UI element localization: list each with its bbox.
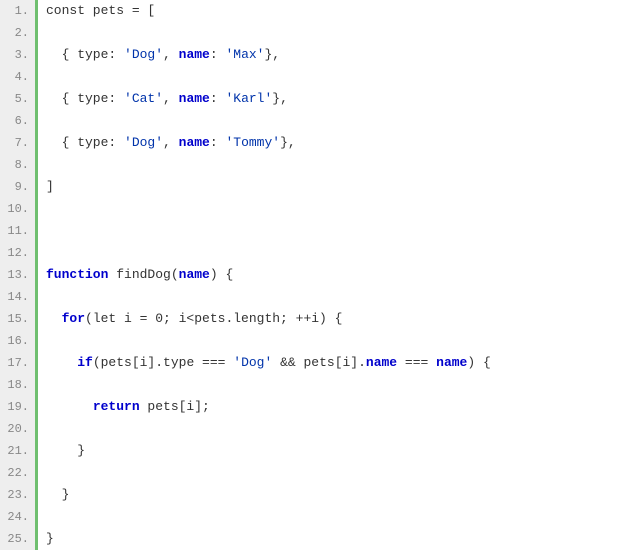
code-token: ]: [46, 179, 54, 194]
code-token: },: [272, 91, 288, 106]
code-line: [46, 462, 642, 484]
line-number: 16.: [0, 330, 35, 352]
code-token: 'Dog': [124, 135, 163, 150]
line-number: 13.: [0, 264, 35, 286]
code-line: { type: 'Dog', name: 'Max'},: [46, 44, 642, 66]
code-line: }: [46, 484, 642, 506]
code-token: ) {: [467, 355, 490, 370]
line-number: 21.: [0, 440, 35, 462]
code-line: { type: 'Cat', name: 'Karl'},: [46, 88, 642, 110]
code-token: 'Karl': [225, 91, 272, 106]
line-number: 1.: [0, 0, 35, 22]
line-number: 9.: [0, 176, 35, 198]
code-token: ,: [163, 135, 179, 150]
code-token: { type:: [46, 47, 124, 62]
code-token: name: [179, 91, 210, 106]
code-token: ,: [163, 91, 179, 106]
line-number: 10.: [0, 198, 35, 220]
code-token: const pets = [: [46, 3, 155, 18]
code-token: :: [210, 91, 226, 106]
line-number: 20.: [0, 418, 35, 440]
code-token: name: [179, 47, 210, 62]
code-token: ) {: [210, 267, 233, 282]
code-token: [46, 355, 77, 370]
code-token: { type:: [46, 135, 124, 150]
code-line: [46, 198, 642, 220]
code-editor: 1.2.3.4.5.6.7.8.9.10.11.12.13.14.15.16.1…: [0, 0, 642, 550]
code-token: { type:: [46, 91, 124, 106]
code-content: const pets = [ { type: 'Dog', name: 'Max…: [38, 0, 642, 550]
code-token: },: [264, 47, 280, 62]
code-token: findDog(: [108, 267, 178, 282]
line-number: 11.: [0, 220, 35, 242]
code-line: { type: 'Dog', name: 'Tommy'},: [46, 132, 642, 154]
code-line: [46, 220, 642, 242]
line-number: 12.: [0, 242, 35, 264]
code-token: 'Dog': [124, 47, 163, 62]
code-line: ]: [46, 176, 642, 198]
code-token: [46, 399, 93, 414]
code-token: name: [179, 135, 210, 150]
code-token: 'Tommy': [225, 135, 280, 150]
code-token: name: [366, 355, 397, 370]
code-line: [46, 286, 642, 308]
code-token: (pets[i].type ===: [93, 355, 233, 370]
code-token: ,: [163, 47, 179, 62]
code-token: [46, 311, 62, 326]
code-line: [46, 330, 642, 352]
code-token: }: [46, 487, 69, 502]
code-line: [46, 110, 642, 132]
line-number: 5.: [0, 88, 35, 110]
code-token: name: [179, 267, 210, 282]
code-token: (let i = 0; i<pets.length; ++i) {: [85, 311, 342, 326]
line-number: 18.: [0, 374, 35, 396]
line-number: 2.: [0, 22, 35, 44]
line-number: 4.: [0, 66, 35, 88]
line-number: 7.: [0, 132, 35, 154]
code-token: :: [210, 47, 226, 62]
code-token: :: [210, 135, 226, 150]
code-token: if: [77, 355, 93, 370]
code-line: [46, 22, 642, 44]
line-number: 19.: [0, 396, 35, 418]
code-line: [46, 374, 642, 396]
line-number: 25.: [0, 528, 35, 550]
code-line: [46, 154, 642, 176]
code-line: [46, 506, 642, 528]
code-token: ===: [397, 355, 436, 370]
code-token: 'Cat': [124, 91, 163, 106]
code-line: function findDog(name) {: [46, 264, 642, 286]
code-token: function: [46, 267, 108, 282]
line-number: 8.: [0, 154, 35, 176]
code-token: },: [280, 135, 296, 150]
code-token: for: [62, 311, 85, 326]
code-token: return: [93, 399, 140, 414]
line-number: 14.: [0, 286, 35, 308]
line-number: 3.: [0, 44, 35, 66]
code-token: && pets[i].: [272, 355, 366, 370]
code-line: const pets = [: [46, 0, 642, 22]
code-line: [46, 418, 642, 440]
code-token: 'Max': [225, 47, 264, 62]
line-number: 23.: [0, 484, 35, 506]
line-number: 22.: [0, 462, 35, 484]
code-line: if(pets[i].type === 'Dog' && pets[i].nam…: [46, 352, 642, 374]
code-line: }: [46, 440, 642, 462]
code-token: 'Dog': [233, 355, 272, 370]
code-line: return pets[i];: [46, 396, 642, 418]
code-line: [46, 242, 642, 264]
line-number: 24.: [0, 506, 35, 528]
code-line: [46, 66, 642, 88]
code-token: }: [46, 531, 54, 546]
line-number: 6.: [0, 110, 35, 132]
code-token: name: [436, 355, 467, 370]
code-token: pets[i];: [140, 399, 210, 414]
line-number: 17.: [0, 352, 35, 374]
line-number: 15.: [0, 308, 35, 330]
code-token: }: [46, 443, 85, 458]
code-line: for(let i = 0; i<pets.length; ++i) {: [46, 308, 642, 330]
code-line: }: [46, 528, 642, 550]
line-number-gutter: 1.2.3.4.5.6.7.8.9.10.11.12.13.14.15.16.1…: [0, 0, 38, 550]
